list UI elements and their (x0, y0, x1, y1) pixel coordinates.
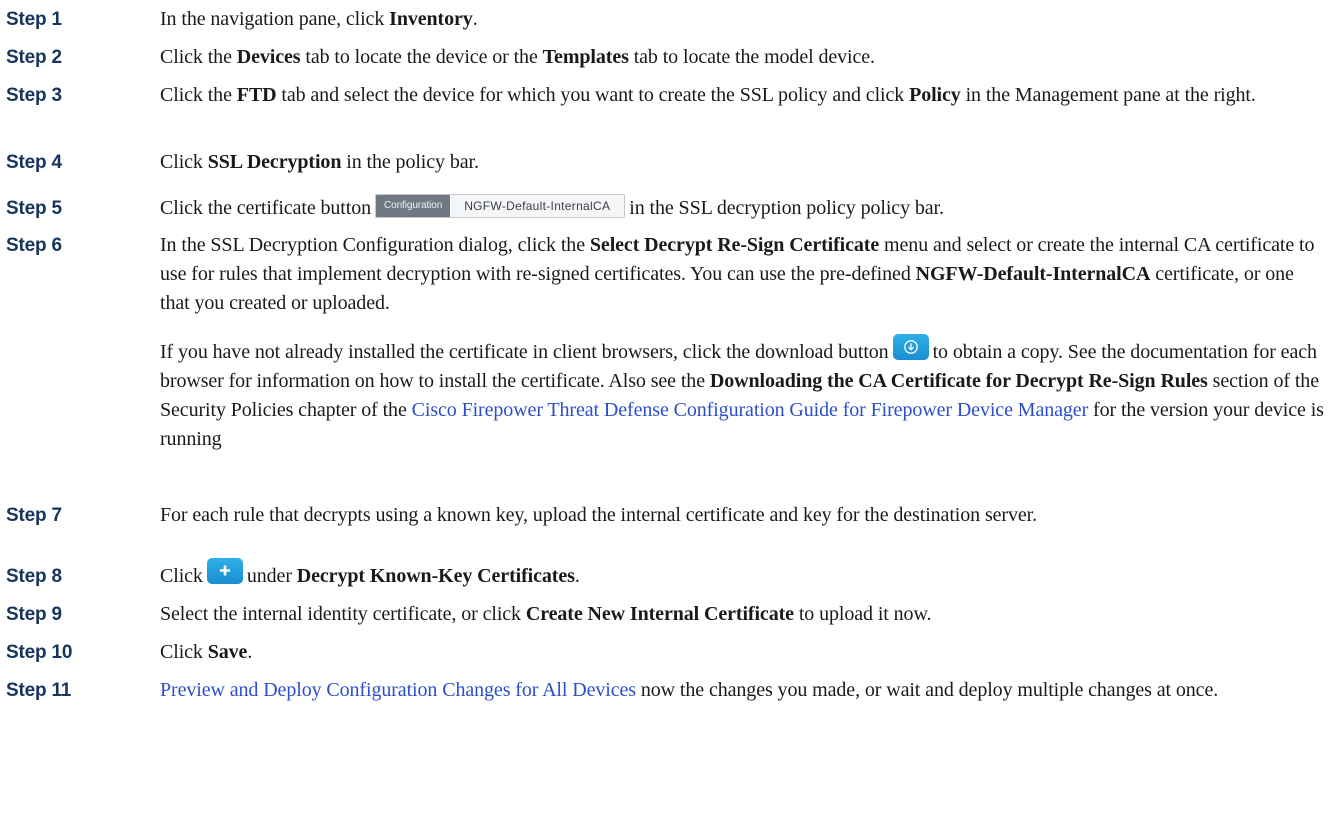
plus-icon (207, 558, 243, 584)
step-label: Step 8 (6, 566, 62, 587)
download-button[interactable] (892, 334, 929, 361)
step-text: Click under Decrypt Known-Key Certificate… (160, 558, 1328, 591)
step-paragraph: If you have not already installed the ce… (160, 334, 1328, 454)
step-text: Click the certificate button Configuratio… (160, 194, 1328, 223)
step-text: For each rule that decrypts using a know… (160, 504, 1037, 526)
step-label: Step 10 (6, 642, 73, 663)
preview-deploy-link[interactable]: Preview and Deploy Configuration Changes… (160, 679, 636, 701)
step-label: Step 11 (6, 680, 72, 701)
step-text: Click the Devices tab to locate the devi… (160, 46, 875, 68)
configuration-guide-link[interactable]: Cisco Firepower Threat Defense Configura… (412, 399, 1089, 421)
step-text: Click Save. (160, 641, 253, 663)
configuration-tag: Configuration (376, 195, 451, 218)
step-label: Step 7 (6, 505, 62, 526)
step-label: Step 3 (6, 85, 62, 106)
add-button[interactable] (206, 558, 243, 585)
step-text: In the SSL Decryption Configuration dial… (160, 231, 1328, 454)
step-text: Preview and Deploy Configuration Changes… (160, 679, 1219, 701)
step-label: Step 6 (6, 235, 62, 256)
step-label: Step 1 (6, 9, 62, 30)
step-text: Click SSL Decryption in the policy bar. (160, 151, 479, 173)
step-text: Select the internal identity certificate… (160, 603, 932, 625)
step-paragraph: In the SSL Decryption Configuration dial… (160, 234, 1315, 314)
step-label: Step 9 (6, 604, 62, 625)
step-text: Click the FTD tab and select the device … (160, 84, 1256, 106)
certificate-name: NGFW-Default-InternalCA (450, 195, 625, 218)
step-label: Step 4 (6, 152, 62, 173)
download-icon (893, 334, 929, 360)
step-label: Step 2 (6, 47, 62, 68)
step-label: Step 5 (6, 198, 62, 219)
step-text: In the navigation pane, click Inventory. (160, 8, 478, 30)
certificate-button[interactable]: Configuration NGFW-Default-InternalCA (375, 194, 626, 219)
